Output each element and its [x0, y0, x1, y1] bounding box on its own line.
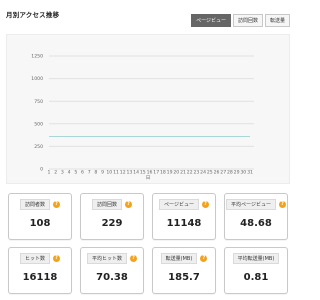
- stat-card-transfer: 転送量(MB) ? 185.7: [152, 247, 216, 294]
- stat-value: 11148: [166, 218, 202, 229]
- stat-label: ページビュー: [159, 199, 199, 210]
- tab-visits[interactable]: 訪問回数: [232, 14, 263, 27]
- help-icon[interactable]: ?: [130, 255, 137, 262]
- x-tick-label: 22: [187, 170, 193, 176]
- x-tick-label: 31: [247, 170, 253, 176]
- y-tick-label: 1000: [31, 76, 43, 82]
- stat-label: 訪問者数: [19, 199, 50, 210]
- stat-card-visits: 訪問回数 ? 229: [80, 193, 144, 240]
- stat-value: 0.81: [243, 272, 269, 283]
- tab-transfer[interactable]: 転送量: [264, 14, 290, 27]
- x-tick-label: 23: [193, 170, 199, 176]
- stat-label: 平均ページビュー: [226, 199, 276, 210]
- stat-value: 48.68: [240, 218, 272, 229]
- stat-card-hits: ヒット数 ? 16118: [8, 247, 72, 294]
- monthly-access-chart: 0 250 500 750 1000 1250 1 2 3 4 5 6 7 8 9 10 11 12 13 14 15 1…: [6, 34, 290, 184]
- x-axis-label: 日: [146, 175, 151, 181]
- x-tick-label: 6: [81, 170, 84, 176]
- stat-value: 108: [29, 218, 51, 229]
- x-tick-label: 10: [106, 170, 112, 176]
- x-tick-label: 8: [94, 170, 97, 176]
- stat-card-visitors: 訪問者数 ? 108: [8, 193, 72, 240]
- stat-value: 185.7: [168, 272, 200, 283]
- x-tick-label: 26: [214, 170, 220, 176]
- x-tick-label: 15: [140, 170, 146, 176]
- y-tick-label: 500: [34, 121, 43, 127]
- stat-card-avg-hits: 平均ヒット数 ? 70.38: [80, 247, 144, 294]
- x-tick-label: 7: [88, 170, 91, 176]
- x-tick-label: 3: [61, 170, 64, 176]
- x-tick-label: 25: [207, 170, 213, 176]
- x-tick-label: 13: [126, 170, 132, 176]
- x-tick-label: 24: [200, 170, 206, 176]
- x-tick-label: 11: [113, 170, 119, 176]
- y-tick-label: 250: [34, 144, 43, 150]
- page-title: 月別アクセス推移: [6, 11, 60, 19]
- stat-label: 転送量(MB): [160, 253, 198, 264]
- chart-tabs: ページビュー 訪問回数 転送量: [191, 14, 290, 27]
- y-tick-label: 0: [40, 167, 43, 173]
- x-tick-label: 12: [120, 170, 126, 176]
- x-tick-label: 1: [48, 170, 51, 176]
- stats-grid: 訪問者数 ? 108 訪問回数 ? 229 ページビュー ? 11148 平均ペ…: [8, 193, 288, 294]
- help-icon[interactable]: ?: [278, 201, 286, 208]
- help-icon[interactable]: ?: [200, 255, 208, 262]
- x-tick-label: 19: [167, 170, 173, 176]
- stat-card-avg-pageviews: 平均ページビュー ? 48.68: [224, 193, 288, 240]
- x-tick-label: 4: [68, 170, 71, 176]
- x-tick-label: 28: [227, 170, 233, 176]
- x-tick-label: 17: [153, 170, 159, 176]
- x-tick-label: 20: [173, 170, 179, 176]
- stat-label: ヒット数: [19, 253, 50, 264]
- stat-card-avg-transfer: 平均転送量(MB) 0.81: [224, 247, 288, 294]
- stat-label: 平均転送量(MB): [232, 253, 280, 264]
- x-tick-label: 30: [240, 170, 246, 176]
- tab-pageview[interactable]: ページビュー: [191, 14, 231, 27]
- y-tick-label: 1250: [31, 54, 43, 60]
- stat-value: 229: [101, 218, 123, 229]
- stat-value: 70.38: [96, 272, 128, 283]
- x-tick-label: 9: [101, 170, 104, 176]
- y-tick-label: 750: [34, 99, 43, 105]
- stat-label: 平均ヒット数: [86, 253, 127, 264]
- x-tick-label: 29: [234, 170, 240, 176]
- stat-label: 訪問回数: [91, 199, 122, 210]
- chart-svg: 0250500750100012501 2 3 4 5 6 7 8 9 10 11 12 13 14 15 1…: [31, 54, 254, 181]
- x-tick-label: 2: [54, 170, 57, 176]
- x-tick-label: 21: [180, 170, 186, 176]
- x-tick-label: 16: [147, 170, 153, 176]
- stat-value: 16118: [22, 272, 58, 283]
- help-icon[interactable]: ?: [201, 201, 209, 208]
- help-icon[interactable]: ?: [125, 201, 132, 208]
- x-tick-label: 18: [160, 170, 166, 176]
- stat-card-pageviews: ページビュー ? 11148: [152, 193, 216, 240]
- help-icon[interactable]: ?: [53, 255, 60, 262]
- x-tick-label: 14: [133, 170, 139, 176]
- help-icon[interactable]: ?: [53, 201, 60, 208]
- x-tick-label: 5: [74, 170, 77, 176]
- x-tick-label: 27: [220, 170, 226, 176]
